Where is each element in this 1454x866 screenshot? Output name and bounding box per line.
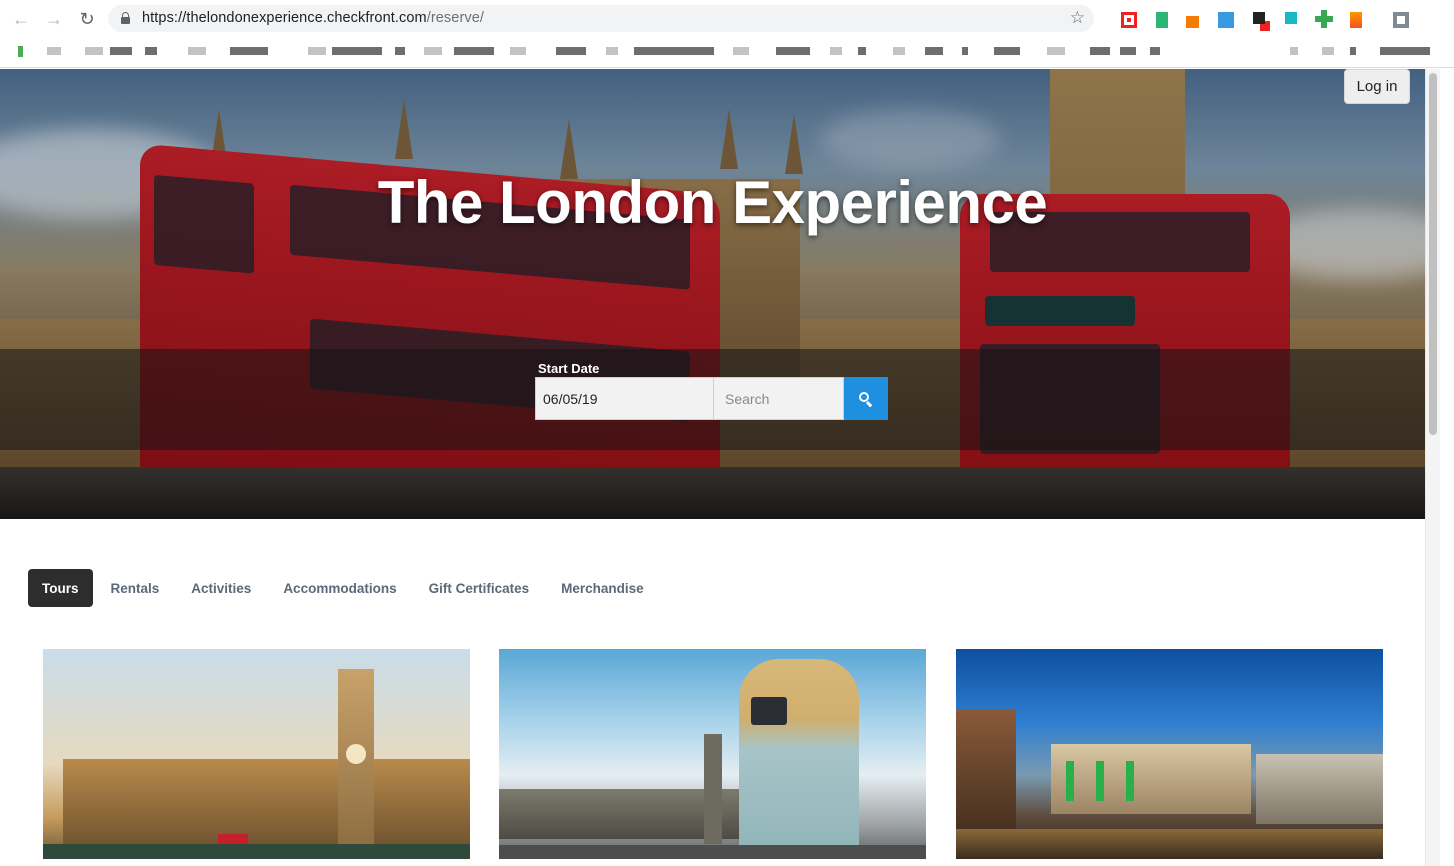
address-bar[interactable]: https://thelondonexperience.checkfront.c… xyxy=(108,5,1094,32)
search-icon xyxy=(859,391,873,407)
back-arrow-icon[interactable]: ← xyxy=(10,8,32,30)
search-input[interactable] xyxy=(713,377,844,420)
login-button[interactable]: Log in xyxy=(1344,69,1410,104)
hero-title: The London Experience xyxy=(377,169,1048,236)
category-tabs: Tours Rentals Activities Accommodations … xyxy=(28,569,660,607)
tab-merchandise[interactable]: Merchandise xyxy=(545,569,660,607)
extension-icon[interactable] xyxy=(1350,12,1362,28)
extension-icon[interactable] xyxy=(1218,12,1234,28)
forward-arrow-icon[interactable]: → xyxy=(43,8,65,30)
bookmark-star-icon[interactable]: ☆ xyxy=(1070,8,1085,28)
scroll-thumb[interactable] xyxy=(1429,73,1437,435)
bookmarks-bar xyxy=(0,43,1454,63)
product-card-image[interactable] xyxy=(499,649,926,859)
extension-icon[interactable] xyxy=(1393,12,1409,28)
tab-rentals[interactable]: Rentals xyxy=(95,569,176,607)
url-path: /reserve/ xyxy=(426,10,485,26)
start-date-label: Start Date xyxy=(538,361,600,376)
url-host: https://thelondonexperience.checkfront.c… xyxy=(142,10,427,26)
extension-icon[interactable] xyxy=(1285,12,1297,24)
start-date-input[interactable] xyxy=(535,377,714,420)
product-card-image[interactable] xyxy=(956,649,1383,859)
page-scrollbar[interactable] xyxy=(1425,69,1440,866)
url-text: https://thelondonexperience.checkfront.c… xyxy=(142,10,484,26)
tab-accommodations[interactable]: Accommodations xyxy=(267,569,412,607)
extension-icon xyxy=(1321,10,1327,28)
tab-activities[interactable]: Activities xyxy=(175,569,267,607)
reload-icon[interactable]: ↻ xyxy=(76,8,98,30)
search-button[interactable] xyxy=(844,377,888,420)
extension-icon[interactable] xyxy=(1121,12,1137,28)
hero-banner xyxy=(0,69,1425,519)
extension-icon[interactable] xyxy=(1186,16,1199,28)
tab-tours[interactable]: Tours xyxy=(28,569,93,607)
extension-icon[interactable] xyxy=(1253,12,1265,24)
product-card-image[interactable] xyxy=(43,649,470,859)
browser-toolbar: ← → ↻ https://thelondonexperience.checkf… xyxy=(0,0,1454,68)
extension-icon[interactable] xyxy=(1156,12,1168,28)
lock-icon xyxy=(121,12,130,24)
tab-gift-certificates[interactable]: Gift Certificates xyxy=(413,569,546,607)
